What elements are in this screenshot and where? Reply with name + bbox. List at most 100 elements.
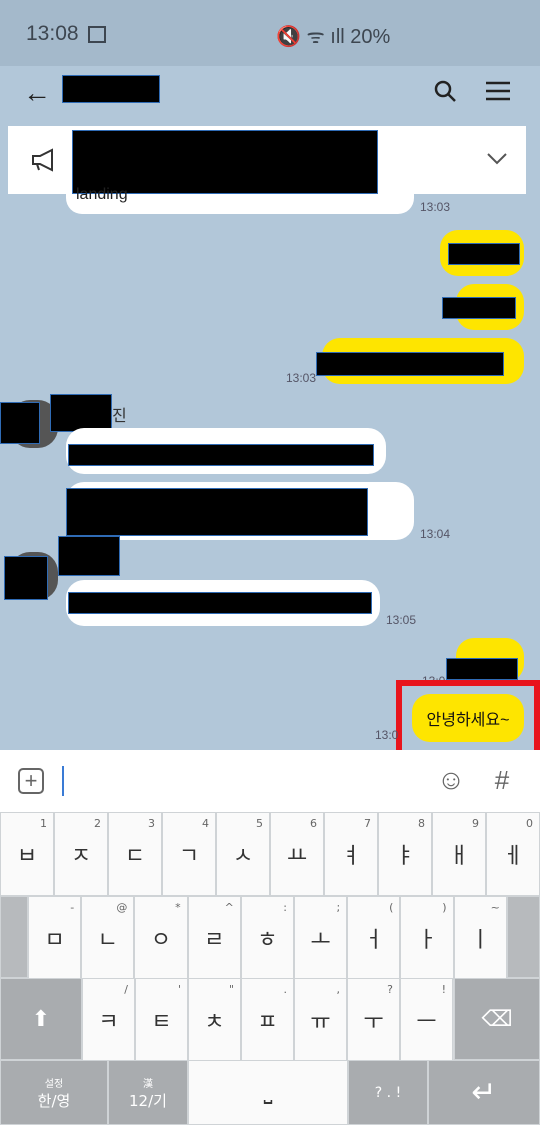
key-hint: ) (442, 901, 447, 914)
key-row2-3[interactable]: ㄹ ^ (187, 896, 241, 980)
key-label: ㅇ (150, 928, 172, 953)
incoming-message[interactable]: landing (66, 186, 414, 214)
key-row2-0[interactable]: ㅁ- (28, 896, 82, 980)
key-hint: ^ (224, 901, 234, 914)
enter-icon: ↵ (471, 1075, 497, 1110)
message-text-redacted (316, 352, 504, 376)
key-label: ㄷ (124, 844, 146, 869)
key-row1-1[interactable]: ㅈ2 (54, 812, 108, 896)
key-row3-5[interactable]: ㅜ? (347, 978, 400, 1062)
key-hint: ' (177, 983, 181, 996)
hash-icon[interactable]: # (490, 765, 514, 795)
hanja-label: 漢 (143, 1078, 153, 1090)
lang-switch-key[interactable]: 설정 한/영 (0, 1060, 108, 1125)
key-hint: ! (441, 983, 446, 996)
space-key[interactable]: ⎵ (188, 1060, 348, 1125)
key-row3-4[interactable]: ㅠ, (294, 978, 347, 1062)
punctuation-key[interactable]: ? . ! (348, 1060, 428, 1125)
key-row1-3[interactable]: ㄱ4 (162, 812, 216, 896)
key-row3-6[interactable]: ㅡ! (400, 978, 453, 1062)
key-label: ㅋ (98, 1010, 119, 1035)
message-text-redacted (446, 658, 518, 680)
status-time: 13:08 (26, 22, 79, 45)
sender-name-redacted (58, 536, 120, 576)
outgoing-message[interactable] (316, 338, 524, 384)
back-arrow-icon[interactable]: ← (22, 77, 52, 108)
key-row3-1[interactable]: ㅌ ' (135, 978, 188, 1062)
key-hint: * (175, 901, 181, 914)
key-row1-5[interactable]: ㅛ6 (270, 812, 324, 896)
key-label: ㅐ (448, 844, 470, 869)
key-label: ㅕ (340, 844, 362, 869)
key-label: ㅅ (232, 844, 254, 869)
key-row1-4[interactable]: ㅅ5 (216, 812, 270, 896)
key-row2-2[interactable]: ㅇ * (134, 896, 188, 980)
key-hint: 3 (148, 817, 155, 830)
key-row2-5[interactable]: ㅗ; (294, 896, 348, 980)
outgoing-message[interactable] (442, 284, 524, 330)
key-label: ㅣ (470, 928, 491, 953)
key-row2-1[interactable]: ㄴ @ (81, 896, 135, 980)
backspace-key[interactable]: ⌫ (454, 978, 540, 1060)
key-row3-2[interactable]: ㅊ " (188, 978, 241, 1062)
message-timestamp: 13:03 (420, 200, 451, 214)
numbers-key[interactable]: 漢 12/기 (108, 1060, 188, 1125)
key-row3-0[interactable]: ㅋ / (82, 978, 135, 1062)
outgoing-message-last[interactable]: 안녕하세요~ (412, 694, 524, 742)
key-row2-8[interactable]: ㅣ ~ (453, 896, 507, 980)
search-icon[interactable] (434, 80, 456, 102)
emoji-icon[interactable]: ☺ (436, 764, 466, 795)
message-timestamp: 13:0 (375, 728, 399, 742)
key-row2-7[interactable]: ㅏ) (400, 896, 454, 980)
key-label: ㅍ (257, 1010, 278, 1035)
key-label: ㄱ (178, 844, 200, 869)
incoming-message[interactable] (66, 428, 386, 474)
outgoing-message[interactable] (446, 638, 524, 682)
notice-banner[interactable] (8, 126, 526, 194)
key-hint: 5 (256, 817, 263, 830)
incoming-message[interactable] (66, 580, 380, 626)
status-indicators: 🔇 ᯤ ıll 20% (276, 26, 391, 48)
message-timestamp: 13:03 (286, 371, 317, 385)
shift-key[interactable]: ⬆ (0, 978, 82, 1060)
key-row1-7[interactable]: ㅑ8 (378, 812, 432, 896)
chat-title-redacted (62, 75, 160, 103)
key-label: ㅏ (416, 928, 438, 953)
space-icon: ⎵ (263, 1080, 273, 1105)
key-hint: ( (389, 901, 394, 914)
key-label: ㅠ (310, 1010, 331, 1035)
message-text-redacted (68, 592, 372, 614)
keyboard: ㅂ1ㅈ2ㄷ3ㄱ4ㅅ5ㅛ6ㅕ7ㅑ8ㅐ9ㅔ0 ㅁ - ㄴ @ ㅇ * ㄹ ^ ㅎ: ㅗ; ㅓ(ㅏ) ㅣ ~ … (0, 812, 540, 1125)
gallery-icon (88, 26, 106, 43)
key-row1-8[interactable]: ㅐ9 (432, 812, 486, 896)
message-input[interactable] (62, 766, 64, 796)
key-label: ㅑ (394, 844, 416, 869)
status-bar: 13:08 🔇 ᯤ ıll 20% (0, 0, 540, 66)
key-row1-2[interactable]: ㄷ3 (108, 812, 162, 896)
key-row1-9[interactable]: ㅔ0 (486, 812, 540, 896)
chevron-down-icon[interactable] (486, 152, 508, 166)
message-timestamp: 13:04 (420, 527, 451, 541)
key-side-left[interactable] (0, 896, 28, 978)
sender-name: 진 (112, 408, 127, 425)
key-label: ㅌ (151, 1010, 172, 1035)
key-row1-6[interactable]: ㅕ7 (324, 812, 378, 896)
key-hint: 2 (94, 817, 101, 830)
key-row3-3[interactable]: ㅍ. (241, 978, 294, 1062)
message-text: landing (76, 186, 128, 203)
message-text-redacted (68, 444, 374, 466)
numbers-label: 12/기 (129, 1091, 167, 1110)
key-row2-4[interactable]: ㅎ: (240, 896, 294, 980)
key-row1-0[interactable]: ㅂ1 (0, 812, 54, 896)
key-label: ㄴ (97, 928, 118, 953)
menu-icon[interactable] (486, 80, 510, 102)
plus-icon[interactable]: + (18, 768, 44, 794)
enter-key[interactable]: ↵ (428, 1060, 540, 1125)
outgoing-message[interactable] (440, 230, 524, 276)
key-row2-6[interactable]: ㅓ( (347, 896, 401, 980)
message-text-redacted (448, 243, 520, 265)
key-side-right[interactable] (507, 896, 540, 978)
key-label: ㅛ (286, 844, 308, 869)
key-label: ㅔ (502, 844, 524, 869)
incoming-message[interactable] (66, 482, 414, 540)
